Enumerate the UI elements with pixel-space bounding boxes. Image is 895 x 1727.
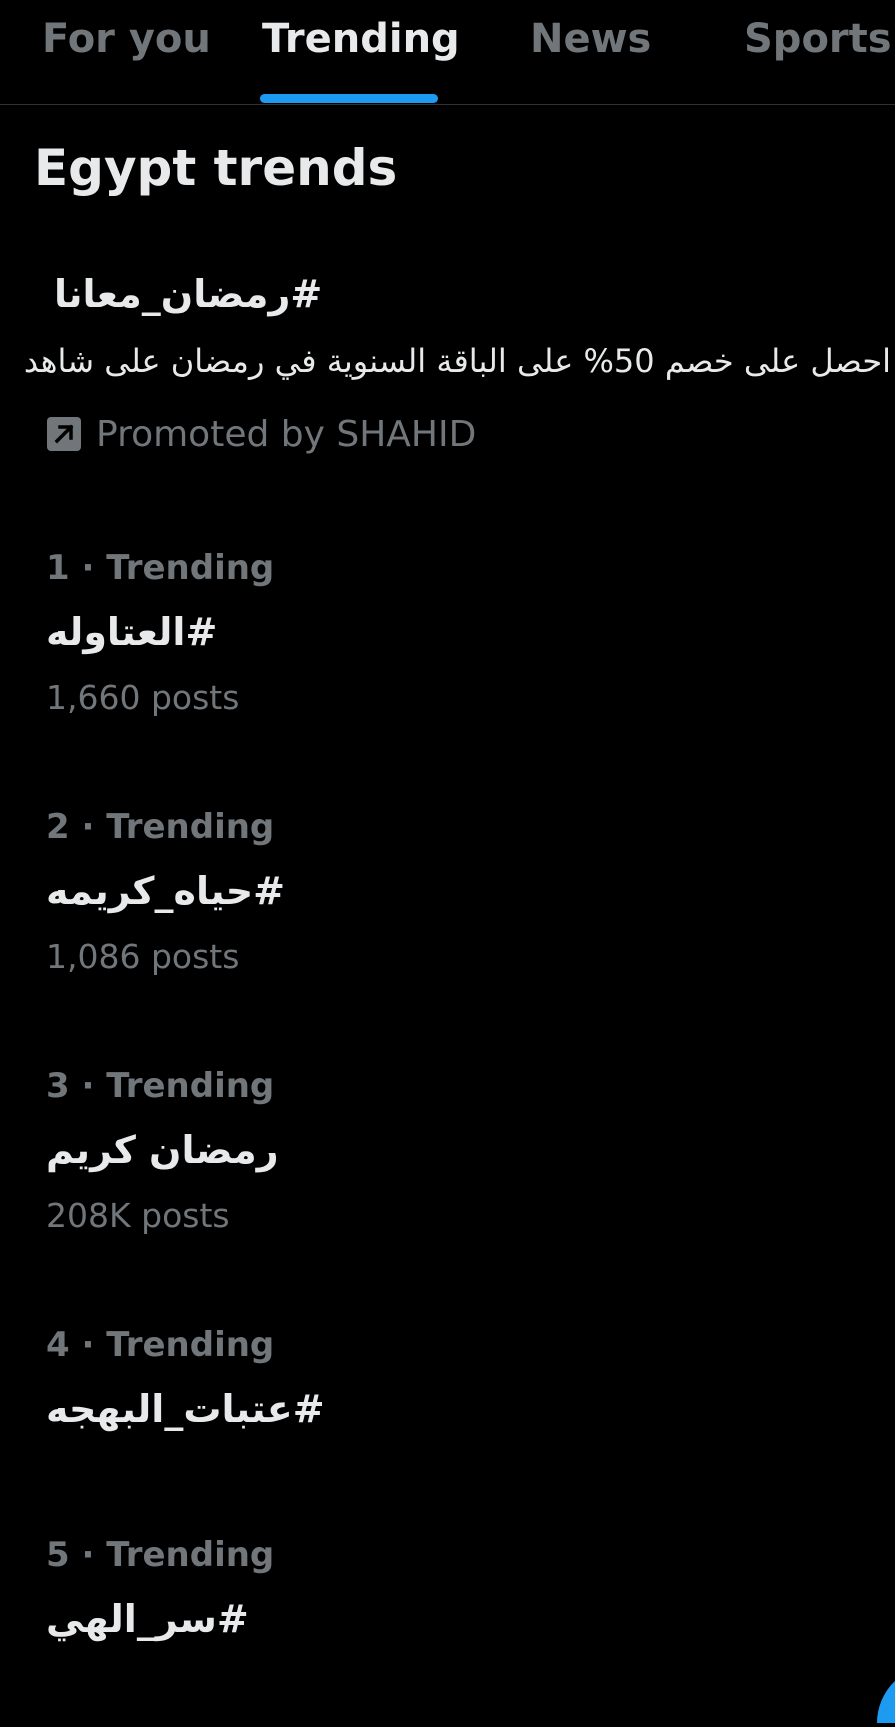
promoted-trend[interactable]: #رمضان_معانا احصل على خصم 50% على الباقة… (0, 262, 895, 472)
trend-rank-meta: 1 · Trending (46, 548, 275, 588)
trend-item[interactable]: 4 · Trending #عتبات_البهجه (0, 1325, 895, 1485)
trend-name: #حياه_كريمه (46, 869, 285, 913)
trend-item[interactable]: 5 · Trending #سر_الهي (0, 1535, 895, 1695)
trend-name: #العتاوله (46, 610, 218, 654)
trend-item[interactable]: 1 · Trending #العتاوله 1,660 posts (0, 548, 895, 748)
active-tab-indicator (260, 94, 438, 103)
tab-for-you[interactable]: For you (42, 16, 211, 104)
promoted-by-label: Promoted by SHAHID (96, 413, 477, 455)
promoted-arrow-icon (46, 416, 82, 452)
trend-item[interactable]: 2 · Trending #حياه_كريمه 1,086 posts (0, 807, 895, 1007)
promoted-description: احصل على خصم 50% على الباقة السنوية في ر… (23, 342, 891, 380)
trend-rank-meta: 3 · Trending (46, 1066, 275, 1106)
trend-post-count: 1,086 posts (46, 937, 240, 976)
promoted-hashtag: #رمضان_معانا (54, 272, 323, 316)
trend-name: رمضان كريم (46, 1128, 279, 1172)
compose-button-edge[interactable] (875, 1663, 895, 1727)
trend-rank-meta: 5 · Trending (46, 1535, 275, 1575)
trend-name: #عتبات_البهجه (46, 1387, 325, 1431)
page-title: Egypt trends (34, 139, 398, 197)
trend-post-count: 208K posts (46, 1196, 230, 1235)
trend-item[interactable]: 3 · Trending رمضان كريم 208K posts (0, 1066, 895, 1266)
tab-trending[interactable]: Trending (262, 16, 460, 104)
trend-rank-meta: 2 · Trending (46, 807, 275, 847)
tab-bar: For you Trending News Sports (0, 0, 895, 105)
trend-rank-meta: 4 · Trending (46, 1325, 275, 1365)
promoted-label-row: Promoted by SHAHID (46, 412, 476, 456)
trend-name: #سر_الهي (46, 1597, 249, 1641)
trend-post-count: 1,660 posts (46, 678, 240, 717)
tab-news[interactable]: News (530, 16, 651, 104)
tab-sports[interactable]: Sports (744, 16, 892, 104)
